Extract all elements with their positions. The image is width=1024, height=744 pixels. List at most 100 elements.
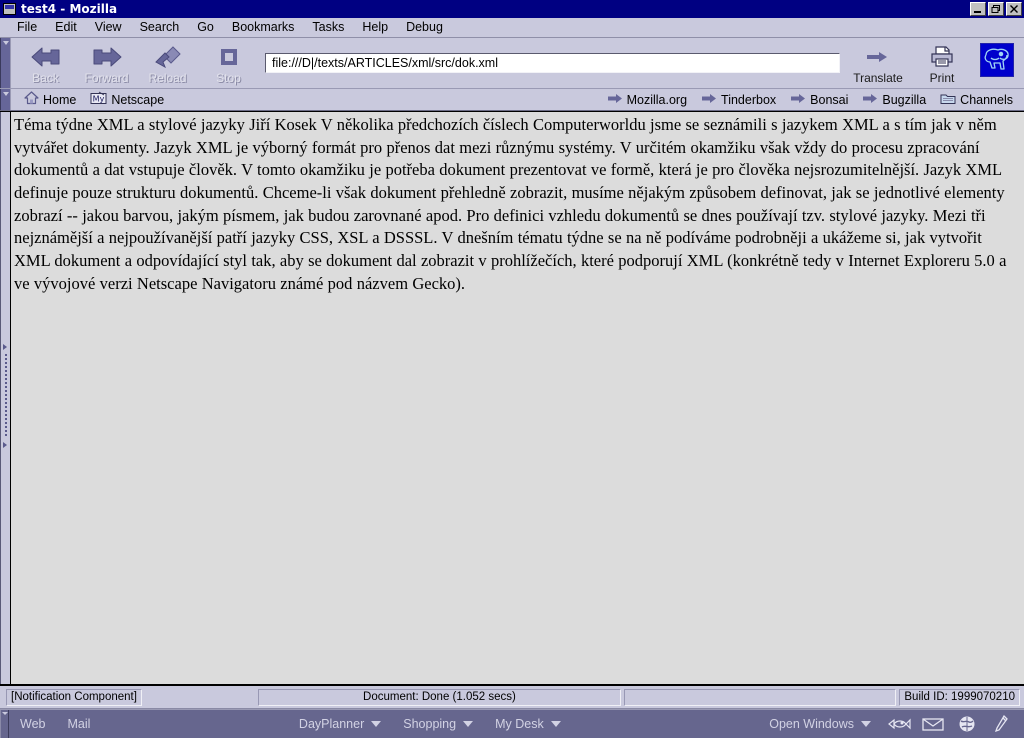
minimize-button[interactable] bbox=[970, 2, 986, 16]
stop-button[interactable]: Stop bbox=[198, 41, 259, 85]
stop-icon bbox=[198, 44, 259, 70]
bookmark-arrow-icon bbox=[607, 93, 623, 107]
chevron-down-icon bbox=[550, 721, 561, 727]
sidebar-splitter[interactable] bbox=[0, 112, 11, 684]
bookmark-arrow-icon bbox=[862, 93, 878, 107]
back-button-label: Back bbox=[32, 71, 59, 85]
bookmark-channels[interactable]: Channels bbox=[933, 92, 1020, 108]
status-spacer bbox=[623, 688, 897, 706]
taskbar-web[interactable]: Web bbox=[9, 717, 56, 731]
bookmark-my-netscape[interactable]: My Netscape bbox=[83, 91, 171, 108]
personal-toolbar: Home My Netscape Mozilla.org Tinderbox B… bbox=[0, 89, 1024, 111]
taskbar-grippy[interactable] bbox=[0, 710, 9, 738]
navigation-buttons: Back Forward Reload Stop bbox=[15, 41, 259, 85]
mozilla-dino-logo[interactable] bbox=[980, 43, 1014, 77]
taskbar-right: Open Windows bbox=[758, 714, 1024, 734]
taskbar-mail[interactable]: Mail bbox=[56, 717, 101, 731]
forward-button-label: Forward bbox=[84, 71, 129, 85]
chevron-down-icon bbox=[860, 721, 871, 727]
back-arrow-icon bbox=[15, 44, 76, 70]
taskbar-open-windows[interactable]: Open Windows bbox=[758, 717, 882, 731]
bookmark-bonsai[interactable]: Bonsai bbox=[783, 93, 855, 107]
reload-button-label: Reload bbox=[148, 71, 187, 85]
mail-envelope-icon[interactable] bbox=[916, 716, 950, 732]
reload-button[interactable]: Reload bbox=[137, 41, 198, 85]
close-button[interactable] bbox=[1006, 2, 1022, 16]
menu-debug[interactable]: Debug bbox=[397, 19, 452, 36]
personal-toolbar-right: Mozilla.org Tinderbox Bonsai Bugzilla Ch… bbox=[600, 92, 1024, 108]
menu-edit[interactable]: Edit bbox=[46, 19, 86, 36]
print-button[interactable]: Print bbox=[910, 41, 974, 85]
status-bar: [Notification Component] Document: Done … bbox=[0, 686, 1024, 709]
bookmark-bonsai-label: Bonsai bbox=[810, 92, 849, 107]
home-house-icon bbox=[24, 91, 39, 108]
printer-icon bbox=[910, 45, 974, 69]
navigator-fish-icon[interactable] bbox=[882, 716, 916, 732]
taskbar-menu-my-desk[interactable]: My Desk bbox=[484, 717, 572, 731]
forward-button[interactable]: Forward bbox=[76, 41, 137, 85]
taskbar-open-windows-label: Open Windows bbox=[769, 717, 854, 731]
menu-file[interactable]: File bbox=[8, 19, 46, 36]
navigation-toolbar: Back Forward Reload Stop file:///D|/text… bbox=[0, 38, 1024, 89]
navigation-toolbar-grippy[interactable] bbox=[0, 38, 11, 88]
maximize-button[interactable] bbox=[988, 2, 1004, 16]
taskbar-menu-my-desk-label: My Desk bbox=[495, 717, 544, 731]
sidebar-open-arrow-icon-bottom bbox=[3, 442, 7, 448]
menu-bookmarks[interactable]: Bookmarks bbox=[223, 19, 304, 36]
menu-go[interactable]: Go bbox=[188, 19, 223, 36]
window-icon bbox=[3, 3, 16, 15]
bookmark-arrow-icon bbox=[790, 93, 806, 107]
translate-arrow-icon bbox=[846, 45, 910, 69]
menu-bar: File Edit View Search Go Bookmarks Tasks… bbox=[0, 18, 1024, 38]
back-button[interactable]: Back bbox=[15, 41, 76, 85]
document-viewport[interactable]: Téma týdne XML a stylové jazyky Jiří Kos… bbox=[11, 112, 1024, 684]
notification-component-panel[interactable]: [Notification Component] bbox=[6, 688, 142, 706]
content-area: Téma týdne XML a stylové jazyky Jiří Kos… bbox=[0, 111, 1024, 686]
window-title: test4 - Mozilla bbox=[21, 2, 118, 16]
document-status-panel: Document: Done (1.052 secs) bbox=[257, 688, 621, 706]
print-button-label: Print bbox=[929, 71, 955, 85]
url-input[interactable]: file:///D|/texts/ARTICLES/xml/src/dok.xm… bbox=[265, 53, 840, 73]
build-id-panel: Build ID: 1999070210 bbox=[899, 688, 1020, 706]
taskbar-menus: DayPlanner Shopping My Desk bbox=[288, 717, 572, 731]
taskbar-menu-dayplanner[interactable]: DayPlanner bbox=[288, 717, 392, 731]
folder-icon bbox=[940, 92, 956, 108]
bookmark-channels-label: Channels bbox=[960, 92, 1013, 107]
chevron-down-icon bbox=[463, 721, 474, 727]
translate-button-label: Translate bbox=[853, 71, 903, 85]
bookmark-home[interactable]: Home bbox=[17, 91, 83, 108]
toolbar-right-buttons: Translate Print bbox=[846, 41, 1024, 85]
forward-arrow-icon bbox=[76, 44, 137, 70]
bookmark-bugzilla[interactable]: Bugzilla bbox=[855, 93, 933, 107]
window-controls bbox=[970, 2, 1022, 16]
personal-toolbar-grippy[interactable] bbox=[0, 89, 11, 110]
window-bottom-edge bbox=[0, 738, 1024, 744]
taskbar-menu-shopping-label: Shopping bbox=[403, 717, 457, 731]
component-taskbar: Web Mail DayPlanner Shopping My Desk Ope… bbox=[0, 709, 1024, 738]
menu-tasks[interactable]: Tasks bbox=[303, 19, 353, 36]
taskbar-menu-shopping[interactable]: Shopping bbox=[392, 717, 484, 731]
menu-search[interactable]: Search bbox=[131, 19, 189, 36]
bookmark-arrow-icon bbox=[701, 93, 717, 107]
sidebar-open-arrow-icon bbox=[3, 344, 7, 350]
bookmark-tinderbox-label: Tinderbox bbox=[721, 92, 777, 107]
my-netscape-icon: My bbox=[90, 91, 107, 108]
bookmark-mozilla-org-label: Mozilla.org bbox=[626, 92, 688, 107]
mozilla-browser-window: test4 - Mozilla File Edit View Search Go bbox=[0, 0, 1024, 744]
bookmark-my-netscape-label: Netscape bbox=[111, 92, 165, 107]
sidebar-grippy-dots bbox=[5, 354, 7, 438]
url-bar-container: file:///D|/texts/ARTICLES/xml/src/dok.xm… bbox=[265, 53, 840, 73]
svg-text:My: My bbox=[93, 95, 105, 104]
bookmark-mozilla-org[interactable]: Mozilla.org bbox=[600, 93, 694, 107]
translate-button[interactable]: Translate bbox=[846, 41, 910, 85]
menu-view[interactable]: View bbox=[86, 19, 131, 36]
menu-help[interactable]: Help bbox=[353, 19, 397, 36]
document-body-text: Téma týdne XML a stylové jazyky Jiří Kos… bbox=[14, 115, 1007, 293]
bookmark-home-label: Home bbox=[43, 92, 77, 107]
bookmark-bugzilla-label: Bugzilla bbox=[882, 92, 927, 107]
reload-icon bbox=[137, 44, 198, 70]
composer-pencil-icon[interactable] bbox=[984, 714, 1018, 734]
bookmark-tinderbox[interactable]: Tinderbox bbox=[694, 93, 783, 107]
taskbar-menu-dayplanner-label: DayPlanner bbox=[298, 717, 365, 731]
globe-icon[interactable] bbox=[950, 715, 984, 733]
